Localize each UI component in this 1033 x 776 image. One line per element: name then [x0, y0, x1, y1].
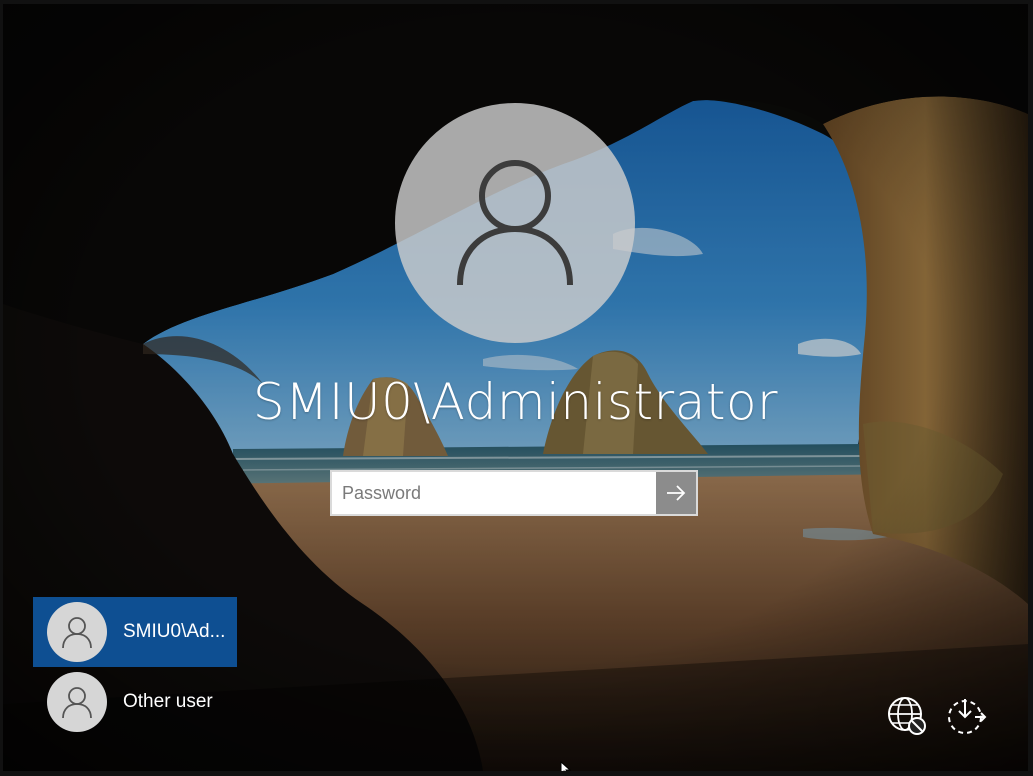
user-tile-administrator[interactable]: SMIU0\Ad... [33, 597, 237, 667]
user-tile-other-user[interactable]: Other user [33, 667, 237, 737]
user-icon [457, 160, 573, 286]
user-list: SMIU0\Ad... Other user [33, 597, 237, 737]
arrow-right-icon [667, 485, 686, 501]
ease-of-access-button[interactable] [944, 694, 988, 738]
user-icon [62, 686, 92, 718]
password-box [330, 470, 698, 516]
user-tile-label: SMIU0\Ad... [123, 621, 226, 642]
avatar [47, 672, 107, 732]
ease-of-access-icon [948, 699, 987, 734]
user-tile-label: Other user [123, 691, 213, 712]
submit-button[interactable] [656, 472, 696, 514]
user-avatar [395, 103, 635, 343]
lock-screen: SMIU0\Administrator SMIU0\Ad... Other us… [3, 4, 1028, 771]
user-name-title: SMIU0\Administrator [252, 373, 779, 431]
password-input[interactable] [332, 472, 656, 514]
network-button[interactable] [885, 694, 929, 738]
user-icon [62, 616, 92, 648]
avatar [47, 602, 107, 662]
network-icon [888, 697, 926, 735]
mouse-cursor-icon [560, 761, 572, 771]
